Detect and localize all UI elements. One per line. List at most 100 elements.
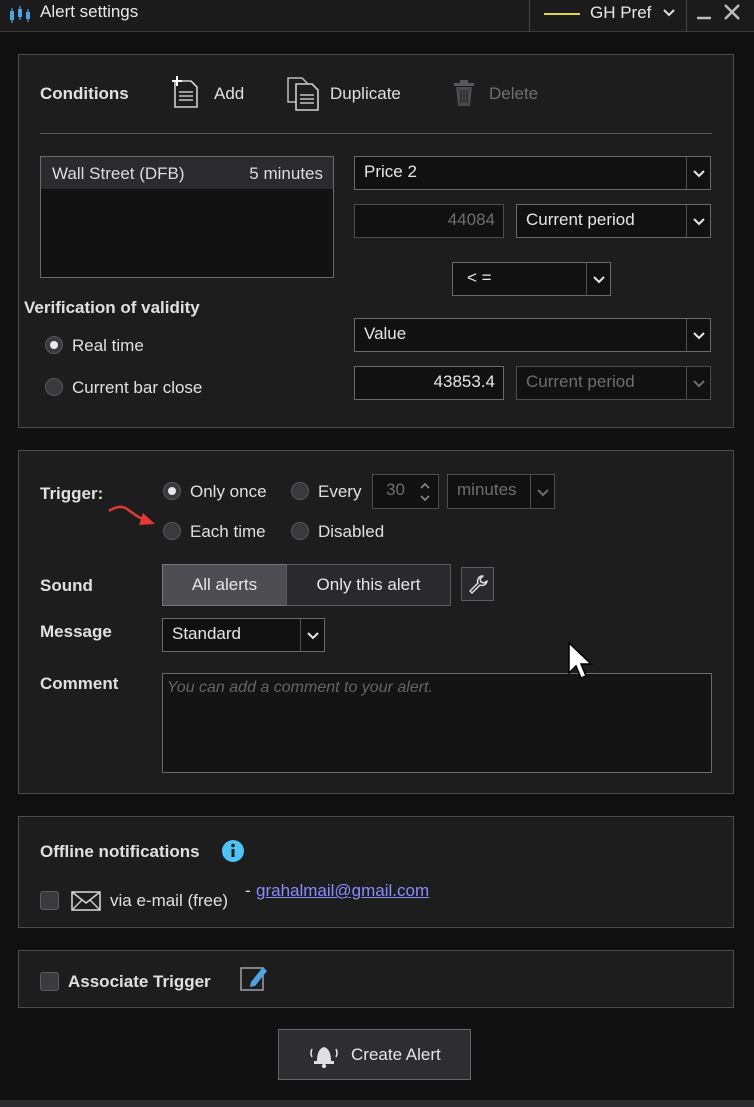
every-radio[interactable] <box>291 482 309 500</box>
left-source-value: Price 2 <box>364 162 417 181</box>
sound-settings-button[interactable] <box>461 567 494 601</box>
right-source-select[interactable]: Value <box>354 318 711 352</box>
preference-label: GH Pref <box>590 3 652 22</box>
every-unit-value: minutes <box>457 480 517 499</box>
taskbar-strip <box>0 1100 754 1107</box>
timeframe-label: 5 minutes <box>249 164 323 183</box>
comment-placeholder: You can add a comment to your alert. <box>167 679 433 696</box>
chevron-down-icon <box>693 218 705 226</box>
every-label: Every <box>318 482 362 501</box>
all-alerts-label: All alerts <box>191 575 258 594</box>
left-value-field: 44084 <box>354 204 504 238</box>
title-divider <box>529 0 530 32</box>
right-value: 43853.4 <box>433 372 495 391</box>
real-time-label: Real time <box>72 336 144 355</box>
dropdown-button[interactable] <box>686 157 710 189</box>
left-period-value: Current period <box>526 210 635 229</box>
add-label: Add <box>214 84 245 103</box>
only-once-radio[interactable] <box>163 482 181 500</box>
wrench-icon <box>469 575 488 594</box>
chevron-down-icon <box>693 380 705 388</box>
dropdown-button[interactable] <box>300 619 324 651</box>
right-value-input[interactable]: 43853.4 <box>354 366 504 400</box>
right-source-value: Value <box>364 324 407 343</box>
create-alert-button[interactable]: Create Alert <box>278 1029 471 1080</box>
dropdown-button[interactable] <box>586 263 610 295</box>
minimize-icon[interactable] <box>696 4 712 24</box>
validity-heading: Verification of validity <box>24 298 200 317</box>
list-item[interactable]: Wall Street (DFB) 5 minutes <box>41 157 333 189</box>
condition-list[interactable]: Wall Street (DFB) 5 minutes <box>40 156 334 278</box>
chevron-down-icon <box>693 332 705 340</box>
email-checkbox[interactable] <box>40 891 59 910</box>
message-value: Standard <box>172 624 241 643</box>
associate-trigger-panel: Associate Trigger <box>18 950 734 1008</box>
add-document-icon <box>172 76 198 108</box>
every-value-stepper: 30 <box>372 474 439 509</box>
only-this-alert-label: Only this alert <box>316 575 421 594</box>
only-this-alert-button[interactable]: Only this alert <box>286 564 451 606</box>
candlestick-chart-icon <box>10 6 30 23</box>
disabled-radio[interactable] <box>291 522 309 540</box>
title-divider <box>686 0 687 32</box>
operator-select[interactable]: < = <box>452 262 611 296</box>
associate-trigger-label: Associate Trigger <box>68 972 211 991</box>
message-select[interactable]: Standard <box>162 618 325 652</box>
left-period-select[interactable]: Current period <box>516 204 711 238</box>
offline-notifications-panel: Offline notifications via e-mail (free) … <box>18 816 734 928</box>
all-alerts-button[interactable]: All alerts <box>162 564 287 606</box>
left-source-select[interactable]: Price 2 <box>354 156 711 190</box>
delete-condition-button[interactable]: Delete <box>451 77 551 109</box>
create-alert-label: Create Alert <box>351 1045 441 1064</box>
every-value: 30 <box>386 480 405 499</box>
duplicate-label: Duplicate <box>330 84 401 103</box>
email-separator: - <box>245 881 251 900</box>
window-title: Alert settings <box>40 2 139 21</box>
spinner-arrows-icon <box>420 482 430 502</box>
conditions-panel: Conditions Add Duplicate Delete Wall Str… <box>18 54 734 428</box>
duplicate-document-icon <box>287 77 319 111</box>
real-time-radio[interactable] <box>45 336 63 354</box>
delete-label: Delete <box>489 84 539 103</box>
preference-dropdown[interactable]: GH Pref <box>532 0 682 32</box>
chevron-down-icon <box>663 9 675 17</box>
only-once-label: Only once <box>190 482 267 501</box>
email-address-link[interactable]: grahalmail@gmail.com <box>256 881 429 901</box>
chevron-down-icon <box>307 632 319 640</box>
chevron-down-icon <box>693 170 705 178</box>
current-bar-close-label: Current bar close <box>72 378 203 397</box>
preference-color-swatch <box>544 13 580 15</box>
current-bar-close-radio[interactable] <box>45 378 63 396</box>
sound-heading: Sound <box>40 576 93 595</box>
close-icon[interactable] <box>722 2 742 22</box>
envelope-icon <box>71 891 101 911</box>
dropdown-button <box>530 475 554 508</box>
comment-heading: Comment <box>40 674 119 693</box>
dropdown-button[interactable] <box>686 319 710 351</box>
add-condition-button[interactable]: Add <box>171 75 281 111</box>
annotation-arrow-icon <box>108 505 155 525</box>
message-heading: Message <box>40 622 112 641</box>
trash-icon <box>454 80 474 106</box>
email-label: via e-mail (free) <box>110 891 229 910</box>
each-time-radio[interactable] <box>163 522 181 540</box>
associate-trigger-checkbox[interactable] <box>40 972 59 991</box>
dropdown-button[interactable] <box>686 205 710 237</box>
title-bar: Alert settings GH Pref <box>0 0 754 32</box>
edit-icon[interactable] <box>239 963 269 993</box>
trigger-panel: Trigger: Only once Every 30 minutes Each… <box>18 450 734 794</box>
right-period-value: Current period <box>526 372 635 391</box>
left-value: 44084 <box>447 210 495 229</box>
bell-icon <box>310 1047 338 1069</box>
instrument-name: Wall Street (DFB) <box>52 164 185 183</box>
mouse-pointer-icon <box>568 641 593 679</box>
info-icon[interactable] <box>221 839 245 863</box>
comment-textarea[interactable]: You can add a comment to your alert. <box>162 673 712 773</box>
every-unit-select: minutes <box>447 474 555 509</box>
dropdown-button <box>686 367 710 399</box>
divider <box>40 133 712 134</box>
chevron-down-icon <box>593 276 605 284</box>
duplicate-condition-button[interactable]: Duplicate <box>285 75 415 111</box>
offline-heading: Offline notifications <box>40 842 200 861</box>
trigger-heading: Trigger: <box>40 484 104 503</box>
